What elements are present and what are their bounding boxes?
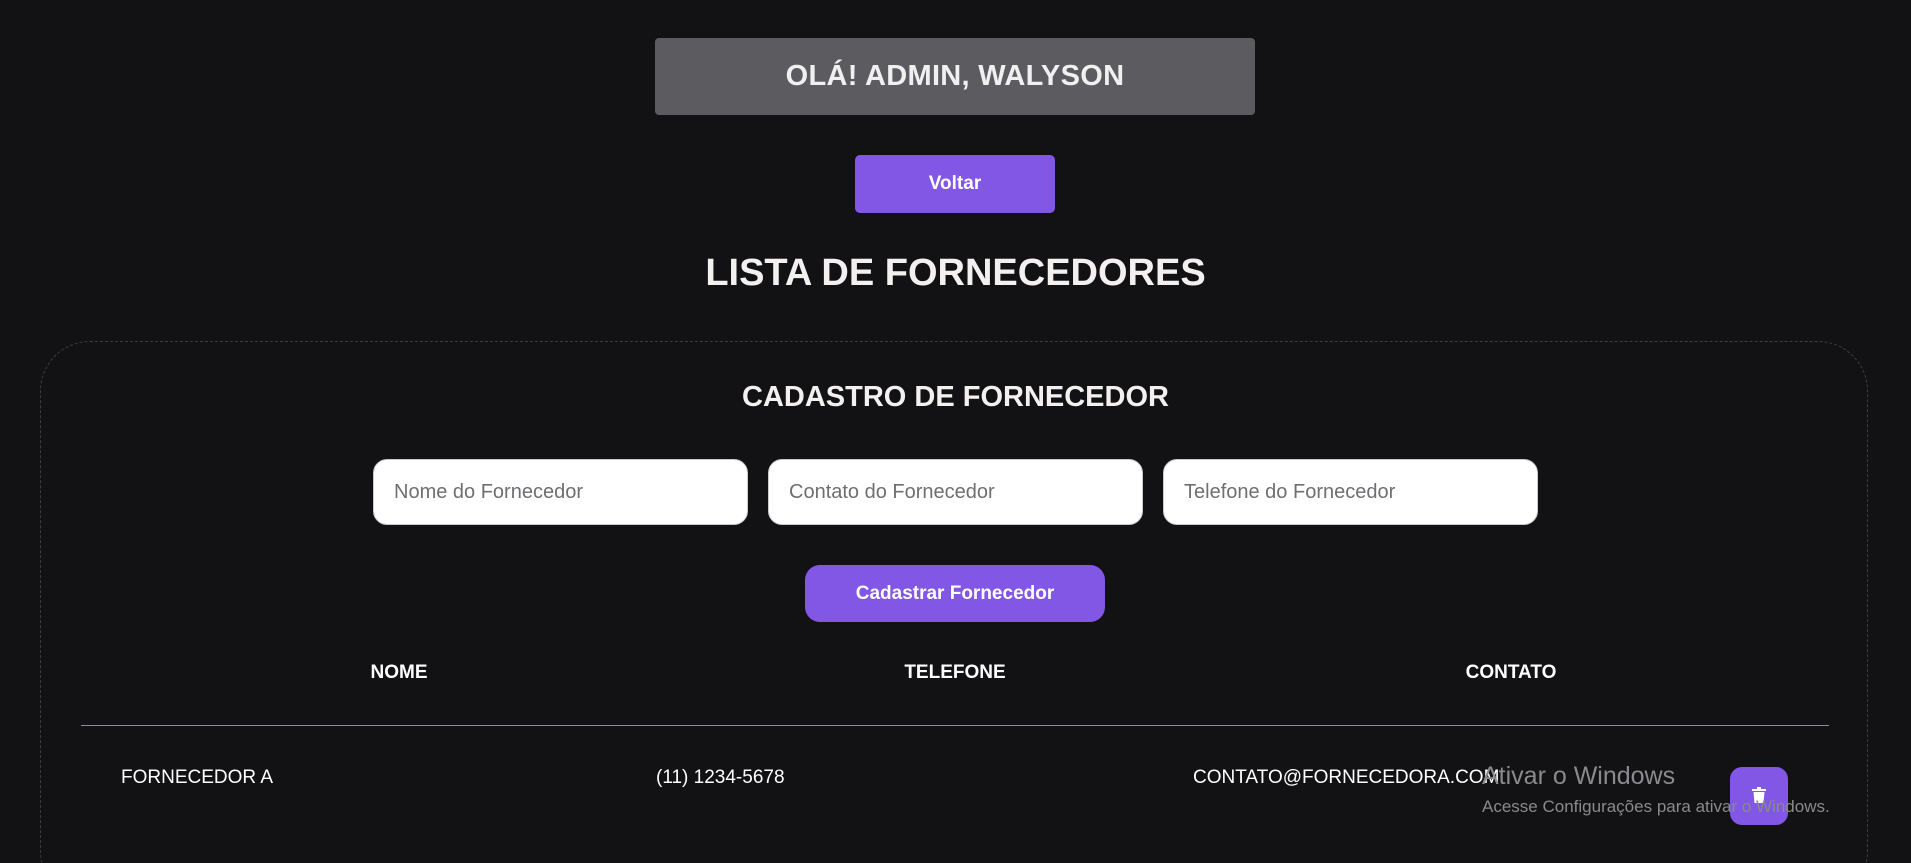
form-title: CADASTRO DE FORNECEDOR [742,381,1169,413]
cell-nome: FORNECEDOR A [121,767,274,788]
greeting-banner: OLÁ! ADMIN, WALYSON [655,38,1255,115]
supplier-phone-input[interactable] [1163,459,1538,525]
register-supplier-button[interactable]: Cadastrar Fornecedor [805,565,1105,622]
cell-contato: CONTATO@FORNECEDORA.COM [1193,767,1500,788]
cell-telefone: (11) 1234-5678 [656,767,785,788]
page-title: LISTA DE FORNECEDORES [705,252,1206,294]
back-button[interactable]: Voltar [855,155,1055,213]
page: OLÁ! ADMIN, WALYSON Voltar LISTA DE FORN… [0,0,1911,863]
supplier-name-input[interactable] [373,459,748,525]
column-header-nome: NOME [370,662,428,683]
column-header-contato: CONTATO [1465,662,1557,683]
windows-activation-subtitle: Acesse Configurações para ativar o Windo… [1482,797,1830,816]
supplier-contact-input[interactable] [768,459,1143,525]
windows-activation-title: Ativar o Windows [1482,762,1676,790]
column-header-telefone: TELEFONE [904,662,1006,683]
table-divider [81,725,1829,726]
